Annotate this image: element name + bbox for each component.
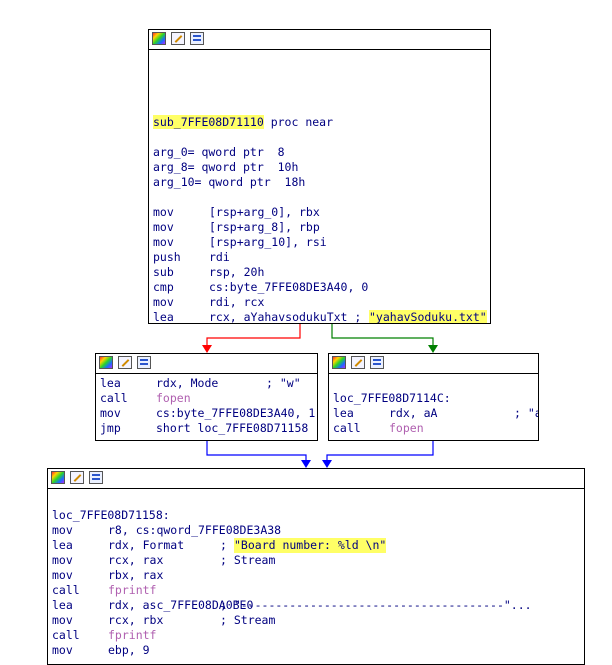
operand: rcx, rbx xyxy=(108,613,164,627)
mnemonic: call xyxy=(333,421,361,435)
mnemonic: call xyxy=(52,628,80,642)
mnemonic: jmp xyxy=(100,421,121,435)
operand: rcx, aYahavsodukuTxt ; xyxy=(209,310,362,324)
operand: cs:byte_7FFE08DE3A40, 1 xyxy=(156,406,316,420)
block-body: loc_7FFE08D71158: mov r8, cs:qword_7FFE08D… xyxy=(48,488,584,664)
operand: [rsp+arg_10], rsi xyxy=(209,235,327,249)
color-icon[interactable] xyxy=(99,356,113,369)
mnemonic: mov xyxy=(153,205,174,219)
block-toolbar xyxy=(329,354,538,374)
operand: rbx, rax xyxy=(108,568,164,582)
mnemonic: mov xyxy=(52,613,73,627)
stack-arg: arg_10= qword ptr 18h xyxy=(153,175,306,189)
block-body: lea rdx, Mode ; "w" call fopen mov cs:byte_7FF… xyxy=(96,373,317,440)
mnemonic: mov xyxy=(52,553,73,567)
import-reference: fprintf xyxy=(108,628,157,642)
comment: ; Stream xyxy=(220,613,276,627)
mnemonic: call xyxy=(100,391,128,405)
edit-icon[interactable] xyxy=(171,32,185,45)
operand: cs:byte_7FFE08DE3A40, 0 xyxy=(209,280,369,294)
basic-block-write-open[interactable]: lea rdx, Mode ; "w" call fopen mov cs:byte_7FF… xyxy=(95,353,318,441)
edit-icon[interactable] xyxy=(351,356,365,369)
mnemonic: lea xyxy=(52,598,73,612)
operand: rcx, rax xyxy=(108,553,164,567)
mnemonic: push xyxy=(153,250,181,264)
graph-icon[interactable] xyxy=(89,471,103,484)
mnemonic: lea xyxy=(153,310,174,324)
edit-icon[interactable] xyxy=(118,356,132,369)
mnemonic: lea xyxy=(333,406,354,420)
location-label: loc_7FFE08D7114C: xyxy=(333,391,451,405)
false-branch-arrow xyxy=(202,345,212,353)
stack-arg: arg_8= qword ptr 10h xyxy=(153,160,299,174)
string-comment: "Board number: %ld \n" xyxy=(234,538,387,553)
stack-arg: arg_0= qword ptr 8 xyxy=(153,145,285,159)
fallthrough-edge xyxy=(326,441,434,460)
operand: [rsp+arg_8], rbp xyxy=(209,220,320,234)
operand: rdi xyxy=(209,250,230,264)
operand: rdx, Mode xyxy=(156,376,219,390)
jump-edge xyxy=(206,441,307,460)
true-branch-arrow xyxy=(428,345,438,353)
mnemonic: call xyxy=(52,583,80,597)
operand: short loc_7FFE08D71158 xyxy=(156,421,309,435)
operand: rdi, rcx xyxy=(209,295,265,309)
mnemonic: mov xyxy=(100,406,121,420)
graph-icon[interactable] xyxy=(190,32,204,45)
mnemonic: mov xyxy=(153,235,174,249)
mnemonic: lea xyxy=(52,538,73,552)
import-reference: fprintf xyxy=(108,583,157,597)
proc-keyword: proc near xyxy=(263,115,334,129)
color-icon[interactable] xyxy=(152,32,166,45)
proc-header: sub_7FFE08D71110 proc near xyxy=(153,115,333,130)
block-body: loc_7FFE08D7114C:lea rdx, aA ; "a" call fope… xyxy=(329,373,538,440)
color-icon[interactable] xyxy=(51,471,65,484)
graph-icon[interactable] xyxy=(370,356,384,369)
fallthrough-arrow xyxy=(322,460,332,468)
block-body: sub_7FFE08D71110 proc near arg_0= qword p… xyxy=(149,49,490,323)
operand: rsp, 20h xyxy=(209,265,265,279)
mnemonic: lea xyxy=(100,376,121,390)
jump-arrow xyxy=(301,460,311,468)
edit-icon[interactable] xyxy=(70,471,84,484)
graph-icon[interactable] xyxy=(137,356,151,369)
comment: ; "-------------------------------------… xyxy=(220,598,532,612)
comment: ; xyxy=(220,538,227,552)
color-icon[interactable] xyxy=(332,356,346,369)
false-branch-edge xyxy=(206,324,301,345)
true-branch-edge xyxy=(331,324,434,345)
operand: rdx, Format xyxy=(108,538,185,552)
string-comment: "yahavSoduku.txt" xyxy=(369,310,487,324)
mnemonic: mov xyxy=(52,643,73,657)
block-toolbar xyxy=(149,30,490,50)
operand: rdx, aA xyxy=(389,406,438,420)
basic-block-entry[interactable]: sub_7FFE08D71110 proc near arg_0= qword p… xyxy=(148,29,491,324)
mnemonic: mov xyxy=(153,220,174,234)
block-toolbar xyxy=(96,354,317,374)
comment: ; "w" xyxy=(266,376,301,390)
function-label: sub_7FFE08D71110 xyxy=(153,115,264,129)
operand: ebp, 9 xyxy=(108,643,150,657)
basic-block-append-open[interactable]: loc_7FFE08D7114C:lea rdx, aA ; "a" call fope… xyxy=(328,353,539,441)
block-toolbar xyxy=(48,469,584,489)
basic-block-print[interactable]: loc_7FFE08D71158: mov r8, cs:qword_7FFE08D… xyxy=(47,468,585,665)
mnemonic: mov xyxy=(153,295,174,309)
mnemonic: mov xyxy=(52,568,73,582)
operand: r8, cs:qword_7FFE08DE3A38 xyxy=(108,523,282,537)
comment: ; Stream xyxy=(220,553,276,567)
mnemonic: mov xyxy=(52,523,73,537)
import-reference: fopen xyxy=(156,391,191,405)
import-reference: fopen xyxy=(389,421,424,435)
location-label: loc_7FFE08D71158: xyxy=(52,508,170,522)
operand: [rsp+arg_0], rbx xyxy=(209,205,320,219)
comment: ; "a" xyxy=(514,406,538,420)
mnemonic: cmp xyxy=(153,280,174,294)
mnemonic: sub xyxy=(153,265,174,279)
